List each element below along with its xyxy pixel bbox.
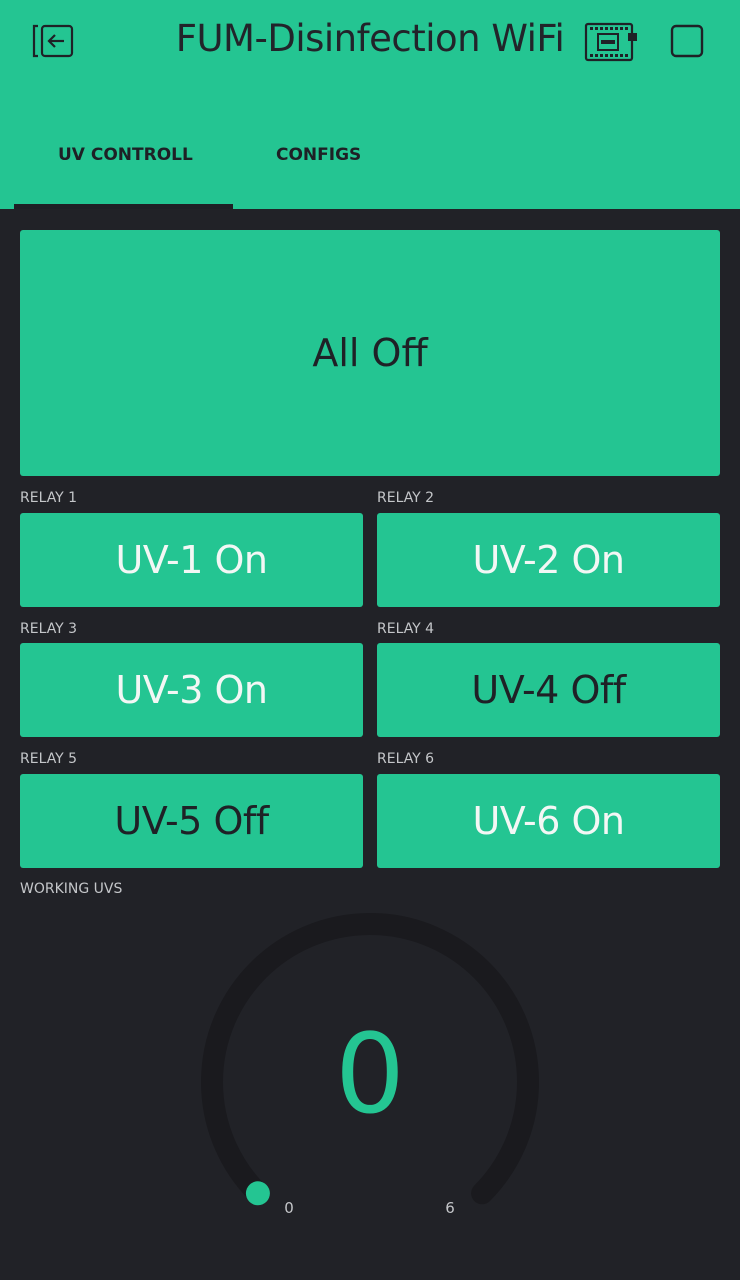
all-off-button[interactable]: All Off: [20, 230, 720, 476]
relay-1-label: RELAY 1: [20, 490, 78, 506]
relay-2-label: RELAY 2: [377, 490, 435, 506]
gauge-indicator-dot: [245, 1181, 270, 1206]
tab-uv-controll[interactable]: UV CONTROLL: [58, 138, 193, 172]
device-icon[interactable]: [584, 22, 638, 62]
app-title: FUM-Disinfection WiFi: [175, 17, 565, 60]
app-header: FUM-Disinfection WiFi UV CONTROLL CONFIG…: [0, 0, 740, 209]
gauge-min-label: 0: [284, 1199, 294, 1217]
stop-icon[interactable]: [670, 24, 704, 58]
working-uvs-gauge: 0 0 6: [201, 913, 539, 1217]
relay-6-button-label: UV-6 On: [472, 799, 625, 843]
relay-1-button-label: UV-1 On: [115, 538, 268, 582]
relay-1-button[interactable]: UV-1 On: [20, 513, 363, 607]
active-tab-indicator: [14, 204, 233, 209]
relay-4-button[interactable]: UV-4 Off: [377, 643, 720, 737]
relay-2-button[interactable]: UV-2 On: [377, 513, 720, 607]
relay-4-button-label: UV-4 Off: [471, 668, 626, 712]
relay-6-label: RELAY 6: [377, 751, 435, 767]
relay-4-label: RELAY 4: [377, 621, 435, 637]
all-off-button-label: All Off: [312, 331, 428, 375]
relay-3-label: RELAY 3: [20, 621, 78, 637]
relay-3-button-label: UV-3 On: [115, 668, 268, 712]
relay-5-button[interactable]: UV-5 Off: [20, 774, 363, 868]
relay-2-button-label: UV-2 On: [472, 538, 625, 582]
exit-icon[interactable]: [30, 22, 78, 60]
gauge-max-label: 6: [445, 1199, 455, 1217]
gauge-value: 0: [335, 1010, 405, 1138]
relay-5-label: RELAY 5: [20, 751, 78, 767]
working-uvs-label: WORKING UVS: [20, 881, 123, 897]
tab-configs[interactable]: CONFIGS: [276, 138, 361, 172]
relay-3-button[interactable]: UV-3 On: [20, 643, 363, 737]
relay-5-button-label: UV-5 Off: [114, 799, 269, 843]
relay-6-button[interactable]: UV-6 On: [377, 774, 720, 868]
